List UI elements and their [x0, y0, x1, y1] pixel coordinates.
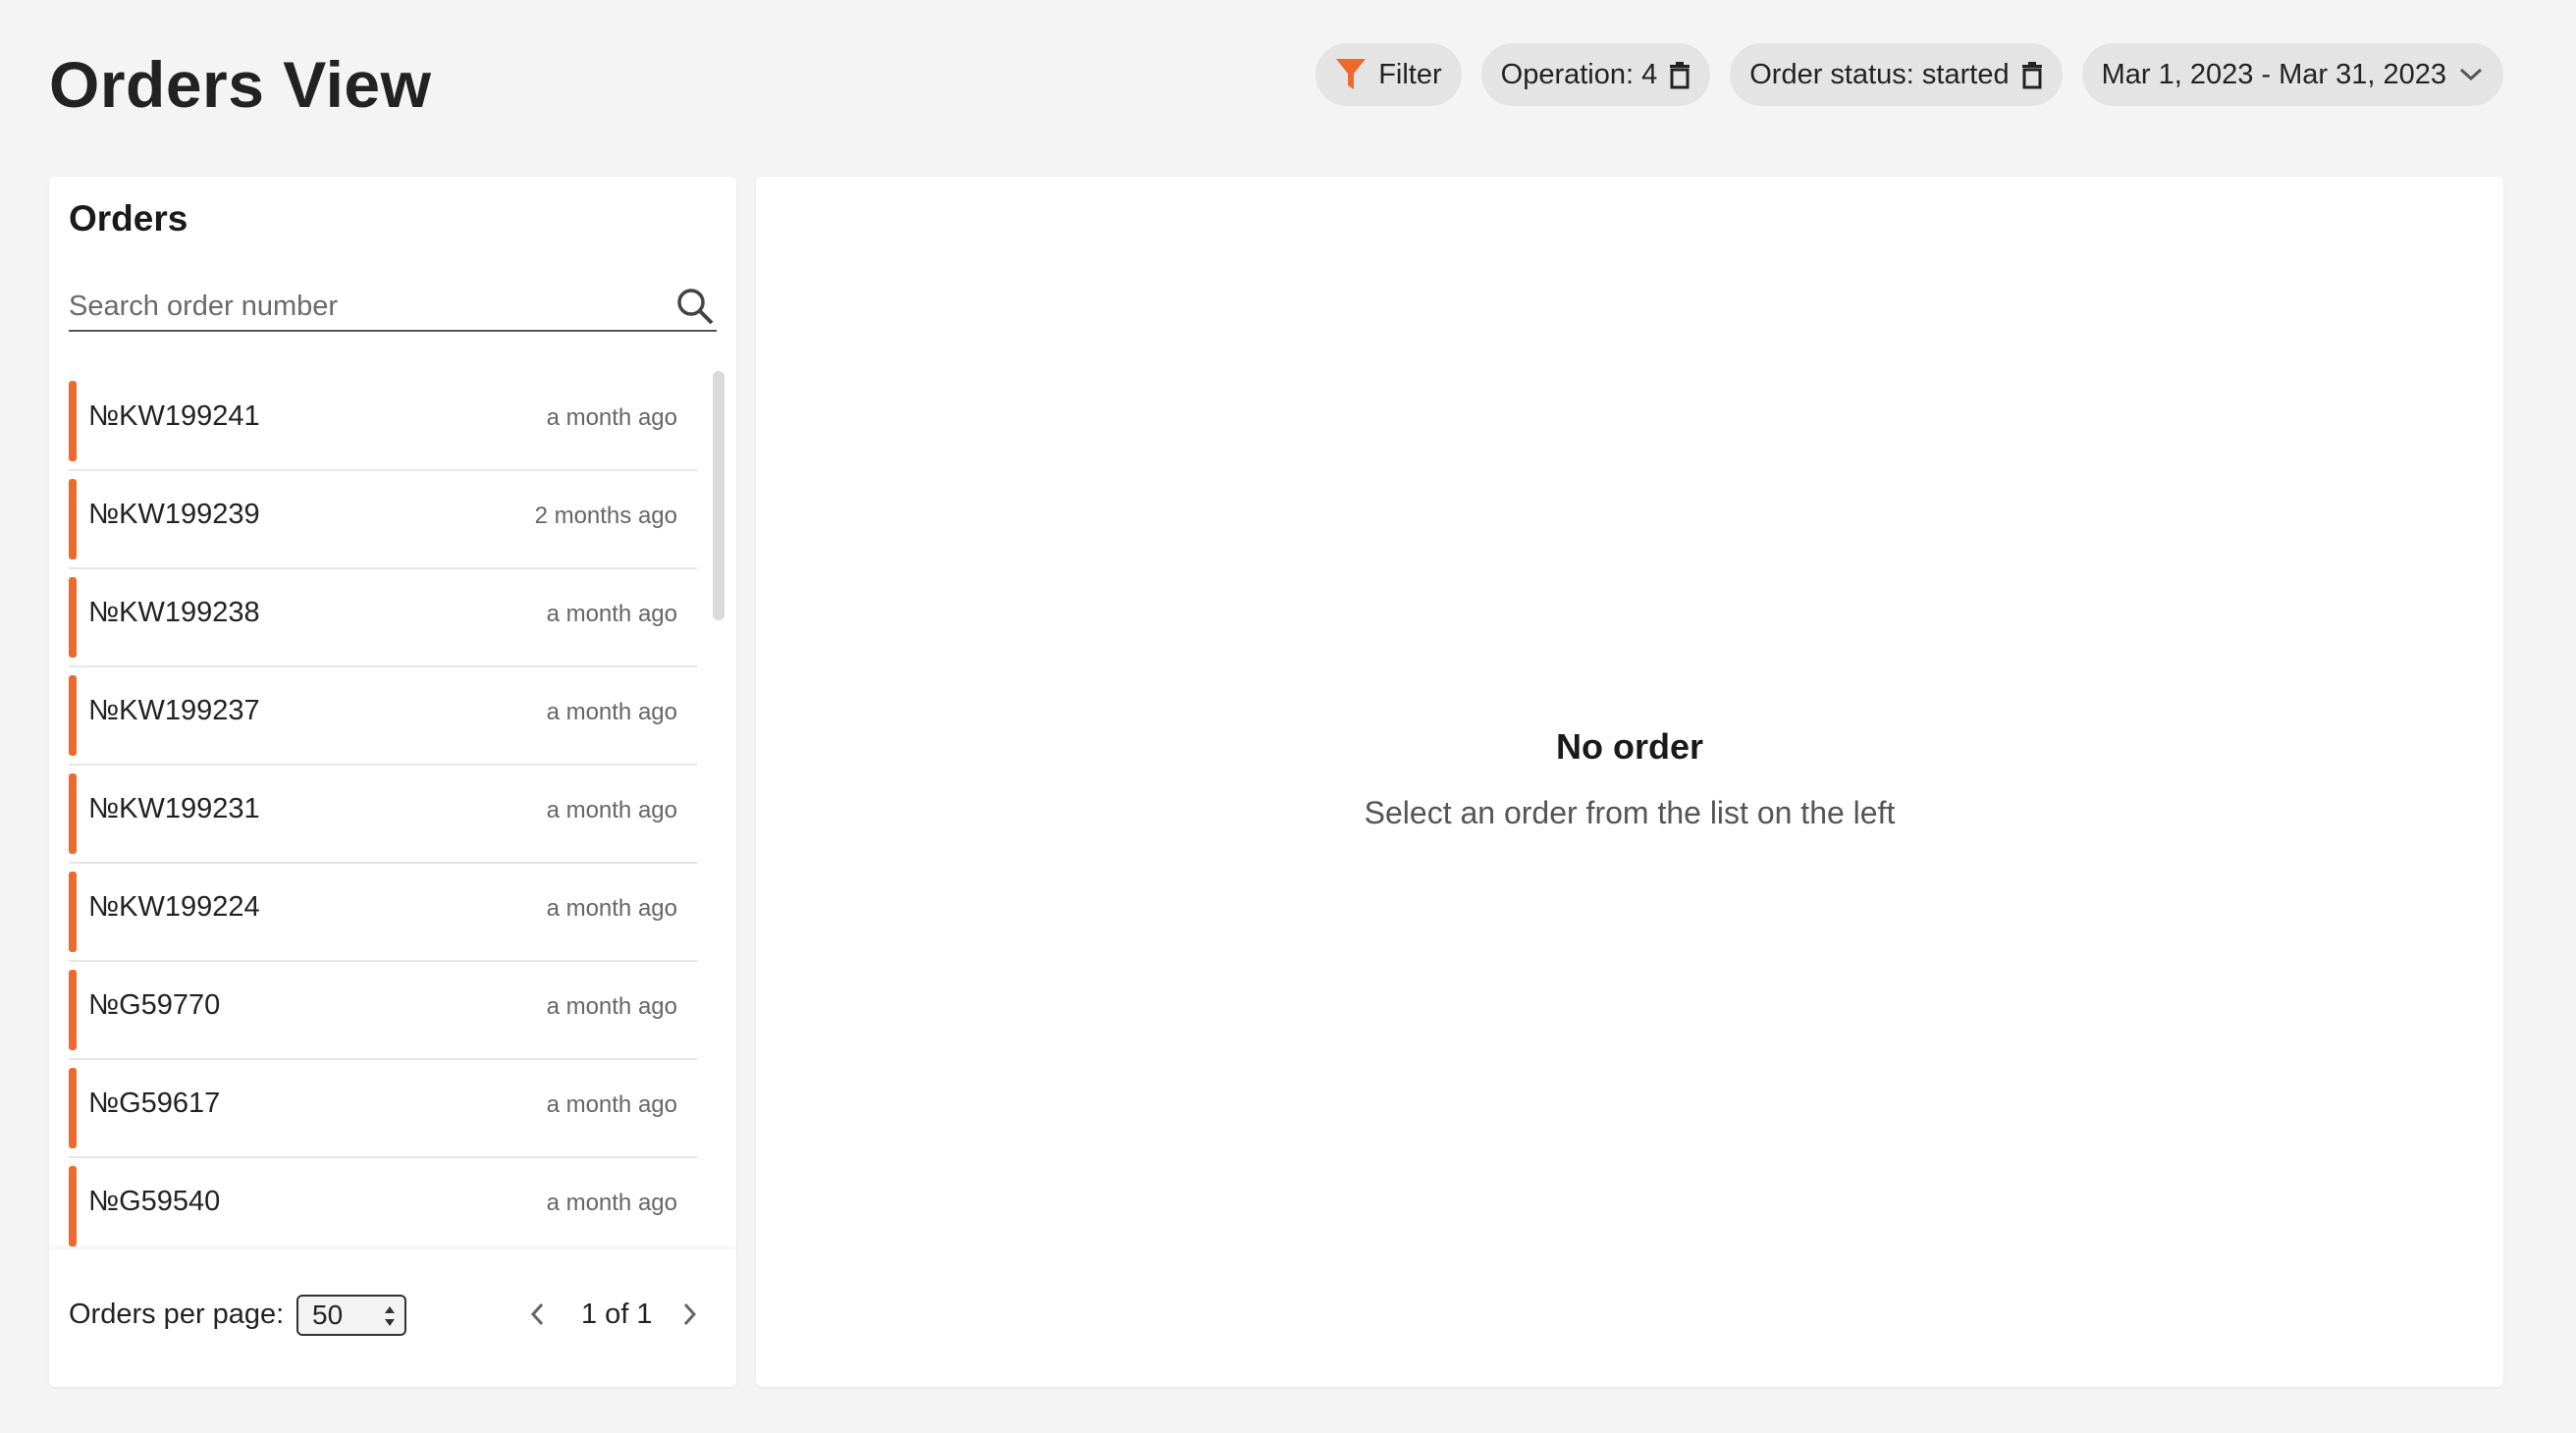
trash-icon[interactable] — [1669, 60, 1690, 89]
order-detail-panel: No order Select an order from the list o… — [756, 177, 2503, 1387]
order-number: №G59617 — [88, 1088, 221, 1119]
order-number: №G59770 — [88, 989, 221, 1021]
order-list-item[interactable]: №KW199238 a month ago — [69, 569, 697, 667]
pagination-status: 1 of 1 — [581, 1299, 653, 1330]
order-list-scrollbar[interactable] — [713, 371, 724, 620]
order-status-indicator — [69, 479, 77, 559]
empty-state-subtitle: Select an order from the list on the lef… — [1364, 795, 1896, 830]
orders-panel: Orders №KW199241 a month ago №KW199239 2 mo… — [49, 177, 736, 1387]
order-list-item[interactable]: №KW199241 a month ago — [69, 373, 697, 471]
order-number: №KW199239 — [88, 499, 260, 530]
order-number: №KW199238 — [88, 597, 260, 628]
operation-filter-chip[interactable]: Operation: 4 — [1480, 43, 1711, 106]
order-list-item[interactable]: №KW199239 2 months ago — [69, 471, 697, 569]
search-input[interactable] — [69, 283, 648, 330]
order-status-filter-label: Order status: started — [1749, 58, 2010, 90]
order-status-indicator — [69, 773, 77, 854]
order-time: a month ago — [546, 993, 677, 1020]
trash-icon[interactable] — [2021, 60, 2043, 89]
order-time: a month ago — [546, 1091, 677, 1118]
order-list-item[interactable]: №KW199231 a month ago — [69, 766, 697, 864]
order-status-indicator — [69, 381, 77, 461]
chevron-down-icon — [2458, 66, 2484, 83]
order-time: a month ago — [546, 895, 677, 922]
orders-per-page-label: Orders per page: — [69, 1299, 285, 1330]
operation-filter-label: Operation: 4 — [1500, 58, 1658, 90]
order-status-filter-chip[interactable]: Order status: started — [1730, 43, 2063, 106]
order-number: №KW199241 — [88, 400, 260, 432]
order-status-indicator — [69, 577, 77, 658]
order-time: a month ago — [546, 1190, 677, 1216]
filter-label: Filter — [1378, 58, 1442, 90]
order-time: a month ago — [546, 797, 677, 823]
orders-panel-title: Orders — [69, 198, 188, 239]
order-time: a month ago — [546, 404, 677, 431]
date-range-picker[interactable]: Mar 1, 2023 - Mar 31, 2023 — [2081, 43, 2503, 106]
orders-per-page-select[interactable]: 50 — [296, 1295, 406, 1336]
filter-icon — [1335, 57, 1367, 92]
search-icon[interactable] — [675, 287, 715, 331]
page: Orders View Filter Operation: 4 Order st… — [0, 0, 2576, 1433]
order-number: №KW199237 — [88, 695, 260, 726]
order-list-item[interactable]: №G59540 a month ago — [69, 1158, 697, 1256]
filter-bar: Filter Operation: 4 Order status: starte… — [1315, 43, 2503, 106]
order-time: a month ago — [546, 601, 677, 627]
select-arrows-icon — [383, 1302, 397, 1340]
order-number: №G59540 — [88, 1186, 221, 1217]
chevron-left-icon[interactable] — [528, 1300, 548, 1333]
filter-button[interactable]: Filter — [1315, 43, 1462, 106]
order-list-item[interactable]: №G59617 a month ago — [69, 1060, 697, 1158]
order-time: 2 months ago — [534, 503, 677, 529]
order-list: №KW199241 a month ago №KW199239 2 months ag… — [69, 373, 697, 1256]
orders-per-page-value: 50 — [312, 1300, 344, 1330]
order-time: a month ago — [546, 699, 677, 725]
order-status-indicator — [69, 872, 77, 952]
order-status-indicator — [69, 675, 77, 756]
order-list-item[interactable]: №KW199224 a month ago — [69, 864, 697, 962]
order-list-item[interactable]: №KW199237 a month ago — [69, 667, 697, 766]
date-range-label: Mar 1, 2023 - Mar 31, 2023 — [2101, 58, 2446, 90]
order-search — [69, 283, 717, 332]
order-number: №KW199231 — [88, 793, 260, 824]
orders-panel-footer: Orders per page: 50 1 of 1 — [49, 1249, 736, 1387]
order-status-indicator — [69, 970, 77, 1050]
order-list-item[interactable]: №G59770 a month ago — [69, 962, 697, 1060]
order-number: №KW199224 — [88, 891, 260, 923]
order-status-indicator — [69, 1068, 77, 1148]
page-title: Orders View — [49, 48, 432, 121]
empty-state-title: No order — [1555, 726, 1703, 767]
order-status-indicator — [69, 1166, 77, 1247]
chevron-right-icon[interactable] — [679, 1300, 699, 1333]
